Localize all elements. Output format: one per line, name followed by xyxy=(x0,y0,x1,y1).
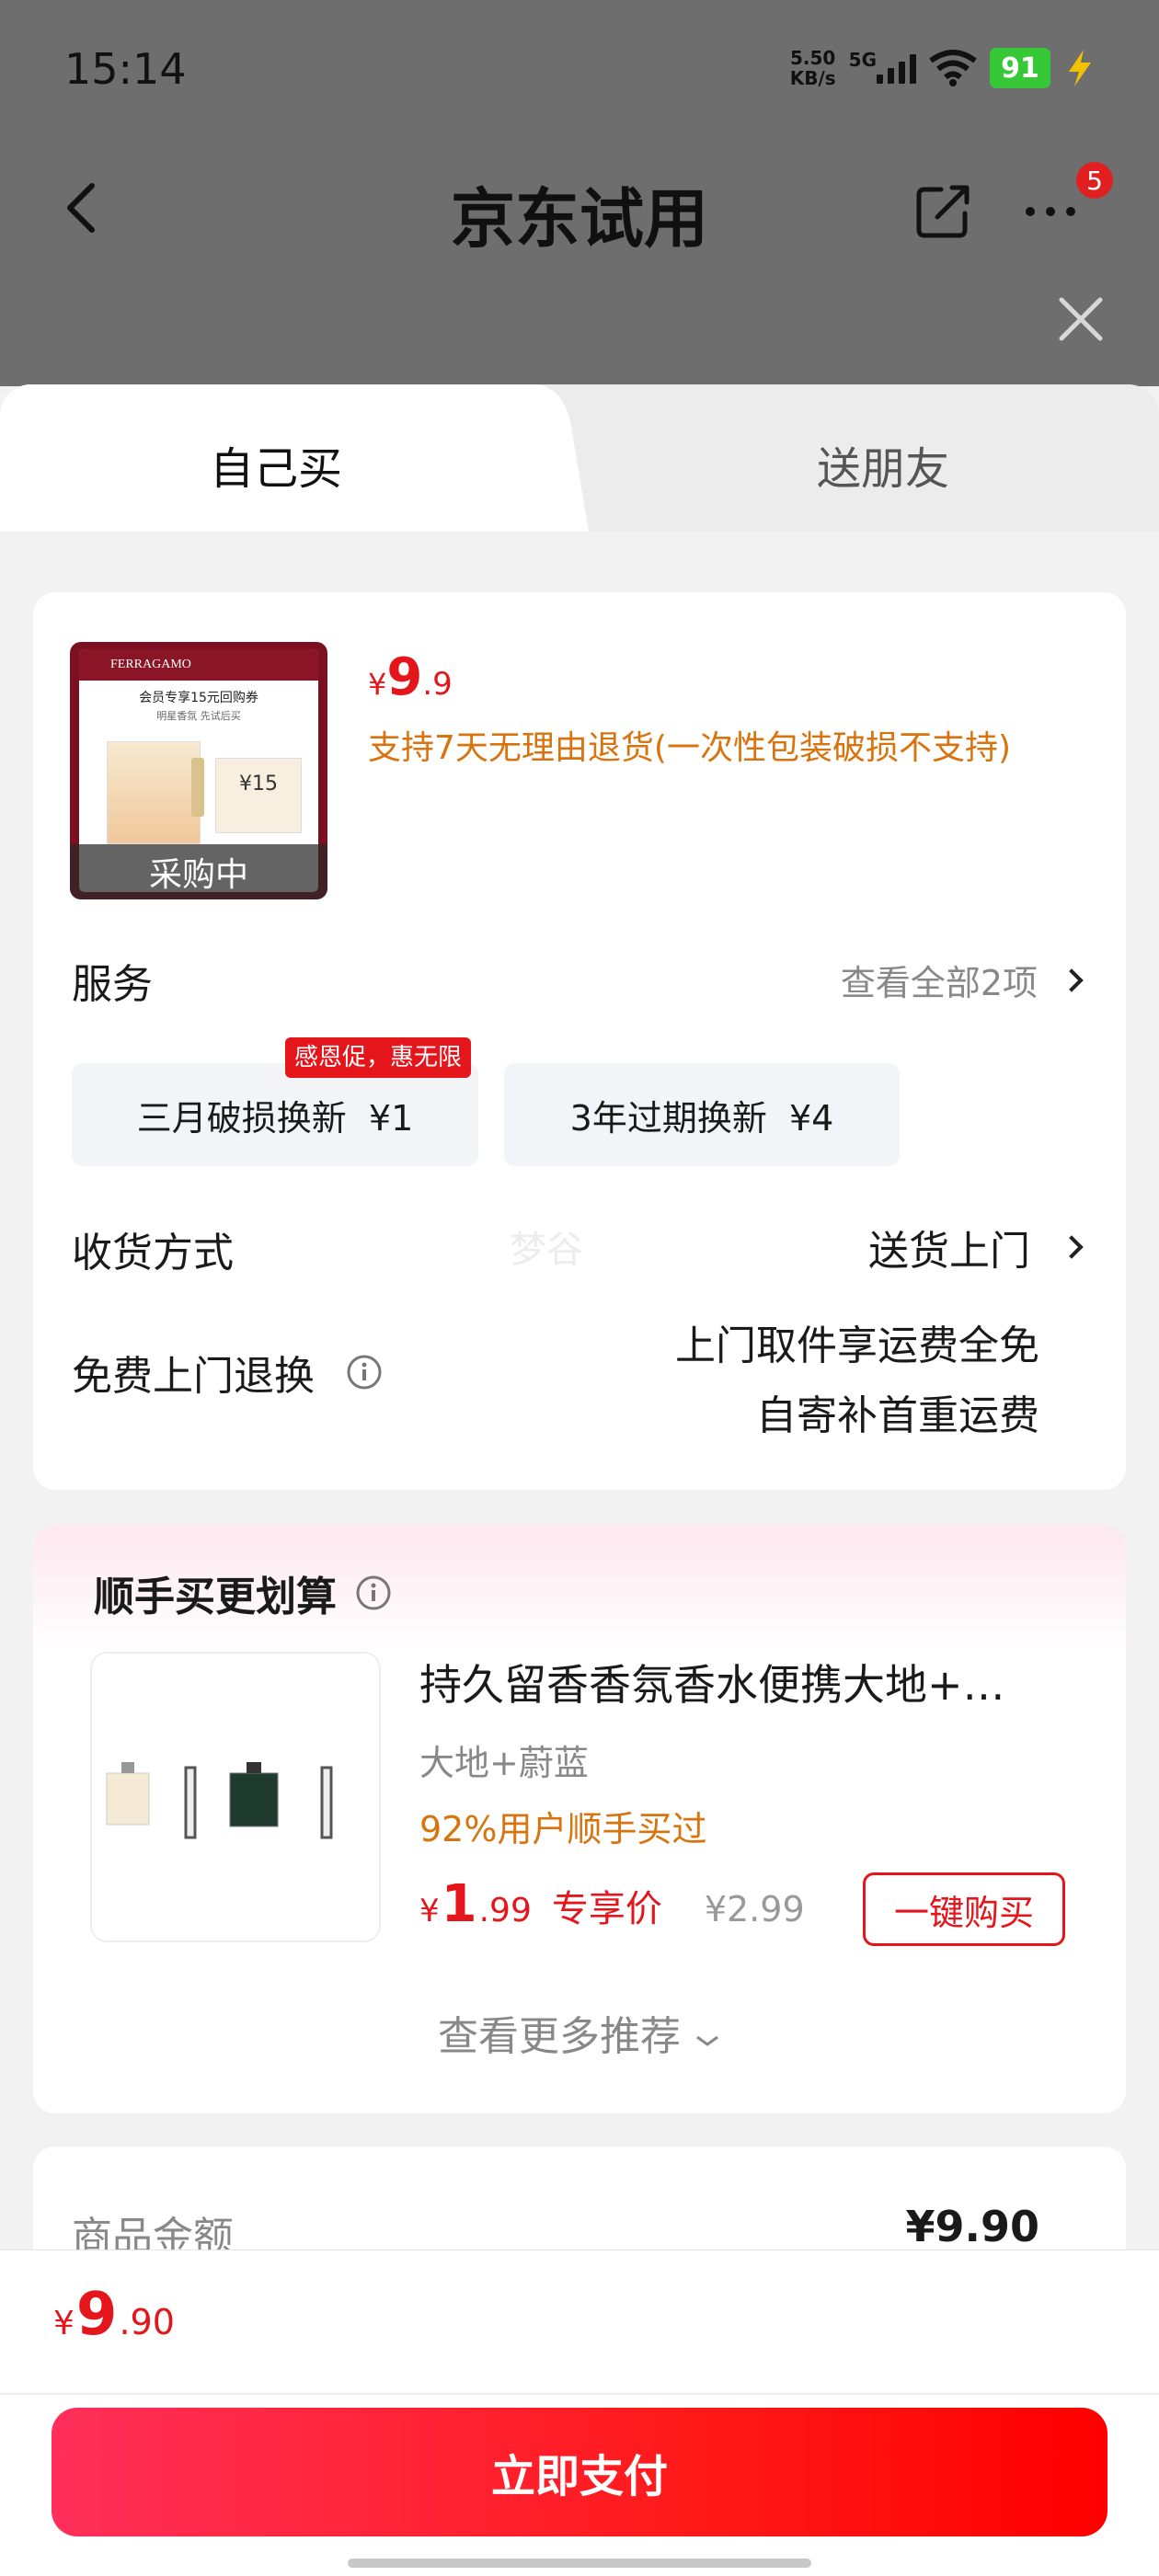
addon-price: ¥ 1 .99 专享价 ¥2.99 xyxy=(419,1874,805,1934)
price-int: 9 xyxy=(386,647,423,707)
chevron-down-icon xyxy=(696,2035,718,2046)
service-label: 服务 xyxy=(72,961,153,1008)
perfume-vial xyxy=(191,758,204,817)
price-int: 9 xyxy=(75,2281,118,2349)
chevron-right-icon xyxy=(1060,1235,1084,1259)
addon-item-stat: 92%用户顺手买过 xyxy=(419,1809,707,1849)
share-icon[interactable] xyxy=(915,182,972,239)
net-speed-unit: KB/s xyxy=(789,67,836,89)
purchasing-overlay: 采购中 xyxy=(70,844,327,899)
price-int: 1 xyxy=(441,1874,477,1934)
delivery-label: 收货方式 xyxy=(72,1230,234,1277)
more-menu-icon[interactable] xyxy=(1026,193,1090,230)
addon-title: 顺手买更划算 xyxy=(94,1574,337,1620)
home-indicator[interactable] xyxy=(348,2559,811,2568)
tab-send-friend[interactable]: 送朋友 xyxy=(817,432,949,497)
addon-card: 顺手买更划算 持久留香香氛香水便携大地+… 大地+蔚蓝 92%用户顺手买过 ¥ … xyxy=(33,1525,1126,2113)
net-speed: 5.50 KB/s xyxy=(790,48,836,88)
free-return-row: 免费上门退换 xyxy=(72,1343,383,1402)
perfume-box xyxy=(107,741,201,844)
addon-product-image[interactable] xyxy=(90,1652,381,1942)
info-icon[interactable] xyxy=(346,1354,383,1391)
info-icon[interactable] xyxy=(355,1574,392,1611)
battery-icon: 91 xyxy=(990,48,1050,88)
price-dec: .9 xyxy=(422,666,453,703)
tab-self-buy[interactable]: 自己买 xyxy=(210,432,342,497)
price-symbol: ¥ xyxy=(419,1893,440,1929)
one-click-buy-button[interactable]: 一键购买 xyxy=(863,1872,1065,1946)
price-dec: .99 xyxy=(478,1892,532,1929)
delivery-value: 送货上门 xyxy=(868,1228,1030,1275)
service-chip-expiry[interactable]: 3年过期换新 ¥4 xyxy=(504,1063,900,1166)
original-price: ¥2.99 xyxy=(704,1889,805,1929)
total-price: ¥ 9 .90 xyxy=(53,2281,175,2349)
perfume-bottles-icon xyxy=(106,1762,333,1839)
charging-bolt-icon xyxy=(1069,50,1091,86)
addon-item-title[interactable]: 持久留香香氛香水便携大地+… xyxy=(419,1652,1091,1712)
service-chip-damage[interactable]: 三月破损换新 ¥1 xyxy=(72,1063,478,1166)
product-image[interactable]: FERRAGAMO 会员专享15元回购券 明星香氛 先试后买 ¥15 采购中 xyxy=(70,642,327,899)
pay-now-button[interactable]: 立即支付 xyxy=(52,2408,1107,2536)
free-return-line1: 上门取件享运费全免 xyxy=(675,1322,1039,1369)
addon-title-row: 顺手买更划算 xyxy=(94,1563,392,1622)
view-more-recommendations[interactable]: 查看更多推荐 xyxy=(33,2003,1126,2062)
cellular-signal-icon: 5G xyxy=(848,49,916,84)
view-more-label: 查看更多推荐 xyxy=(438,2013,681,2060)
status-time: 15:14 xyxy=(64,44,187,94)
net-speed-value: 5.50 xyxy=(790,47,836,69)
page-title: 京东试用 xyxy=(451,181,708,257)
watermark-text: 梦谷 xyxy=(510,1229,583,1271)
service-chip-label: 3年过期换新 ¥4 xyxy=(569,1097,834,1139)
delivery-method[interactable]: 送货上门 xyxy=(868,1218,1084,1277)
coupon-title: 会员专享15元回购券 xyxy=(139,691,258,705)
wifi-icon xyxy=(929,50,977,86)
promo-tag: 感恩促，惠无限 xyxy=(285,1037,472,1078)
view-all-services[interactable]: 查看全部2项 xyxy=(840,955,1084,1005)
chevron-right-icon xyxy=(1060,967,1084,992)
price-dec: .90 xyxy=(119,2302,175,2342)
price-symbol: ¥ xyxy=(368,667,387,702)
status-icons: 5.50 KB/s 5G 91 xyxy=(790,42,1096,94)
view-all-label: 查看全部2项 xyxy=(840,963,1038,1003)
network-type: 5G xyxy=(848,49,877,71)
service-chip-label: 三月破损换新 ¥1 xyxy=(136,1097,414,1139)
coupon-subtitle: 明星香氛 先试后买 xyxy=(156,710,241,722)
price-label: 专享价 xyxy=(551,1888,662,1930)
goods-amount-value: ¥9.90 xyxy=(905,2202,1039,2251)
return-policy: 支持7天无理由退货(一次性包装破损不支持) xyxy=(368,729,1011,767)
sheet-gap xyxy=(0,532,1159,587)
free-return-label: 免费上门退换 xyxy=(72,1353,315,1400)
divider xyxy=(0,2393,1159,2395)
close-icon[interactable] xyxy=(1056,294,1106,344)
brand-logo-text: FERRAGAMO xyxy=(79,649,318,681)
coupon-amount: ¥15 xyxy=(215,758,302,833)
price-symbol: ¥ xyxy=(53,2305,75,2342)
free-return-info: 上门取件享运费全免 自寄补首重运费 xyxy=(675,1311,1039,1451)
product-price: ¥ 9 .9 xyxy=(368,647,453,707)
order-card: FERRAGAMO 会员专享15元回购券 明星香氛 先试后买 ¥15 采购中 ¥… xyxy=(33,592,1126,1490)
free-return-line2: 自寄补首重运费 xyxy=(756,1392,1039,1439)
notification-badge: 5 xyxy=(1076,162,1113,199)
addon-item-variant: 大地+蔚蓝 xyxy=(419,1743,589,1783)
